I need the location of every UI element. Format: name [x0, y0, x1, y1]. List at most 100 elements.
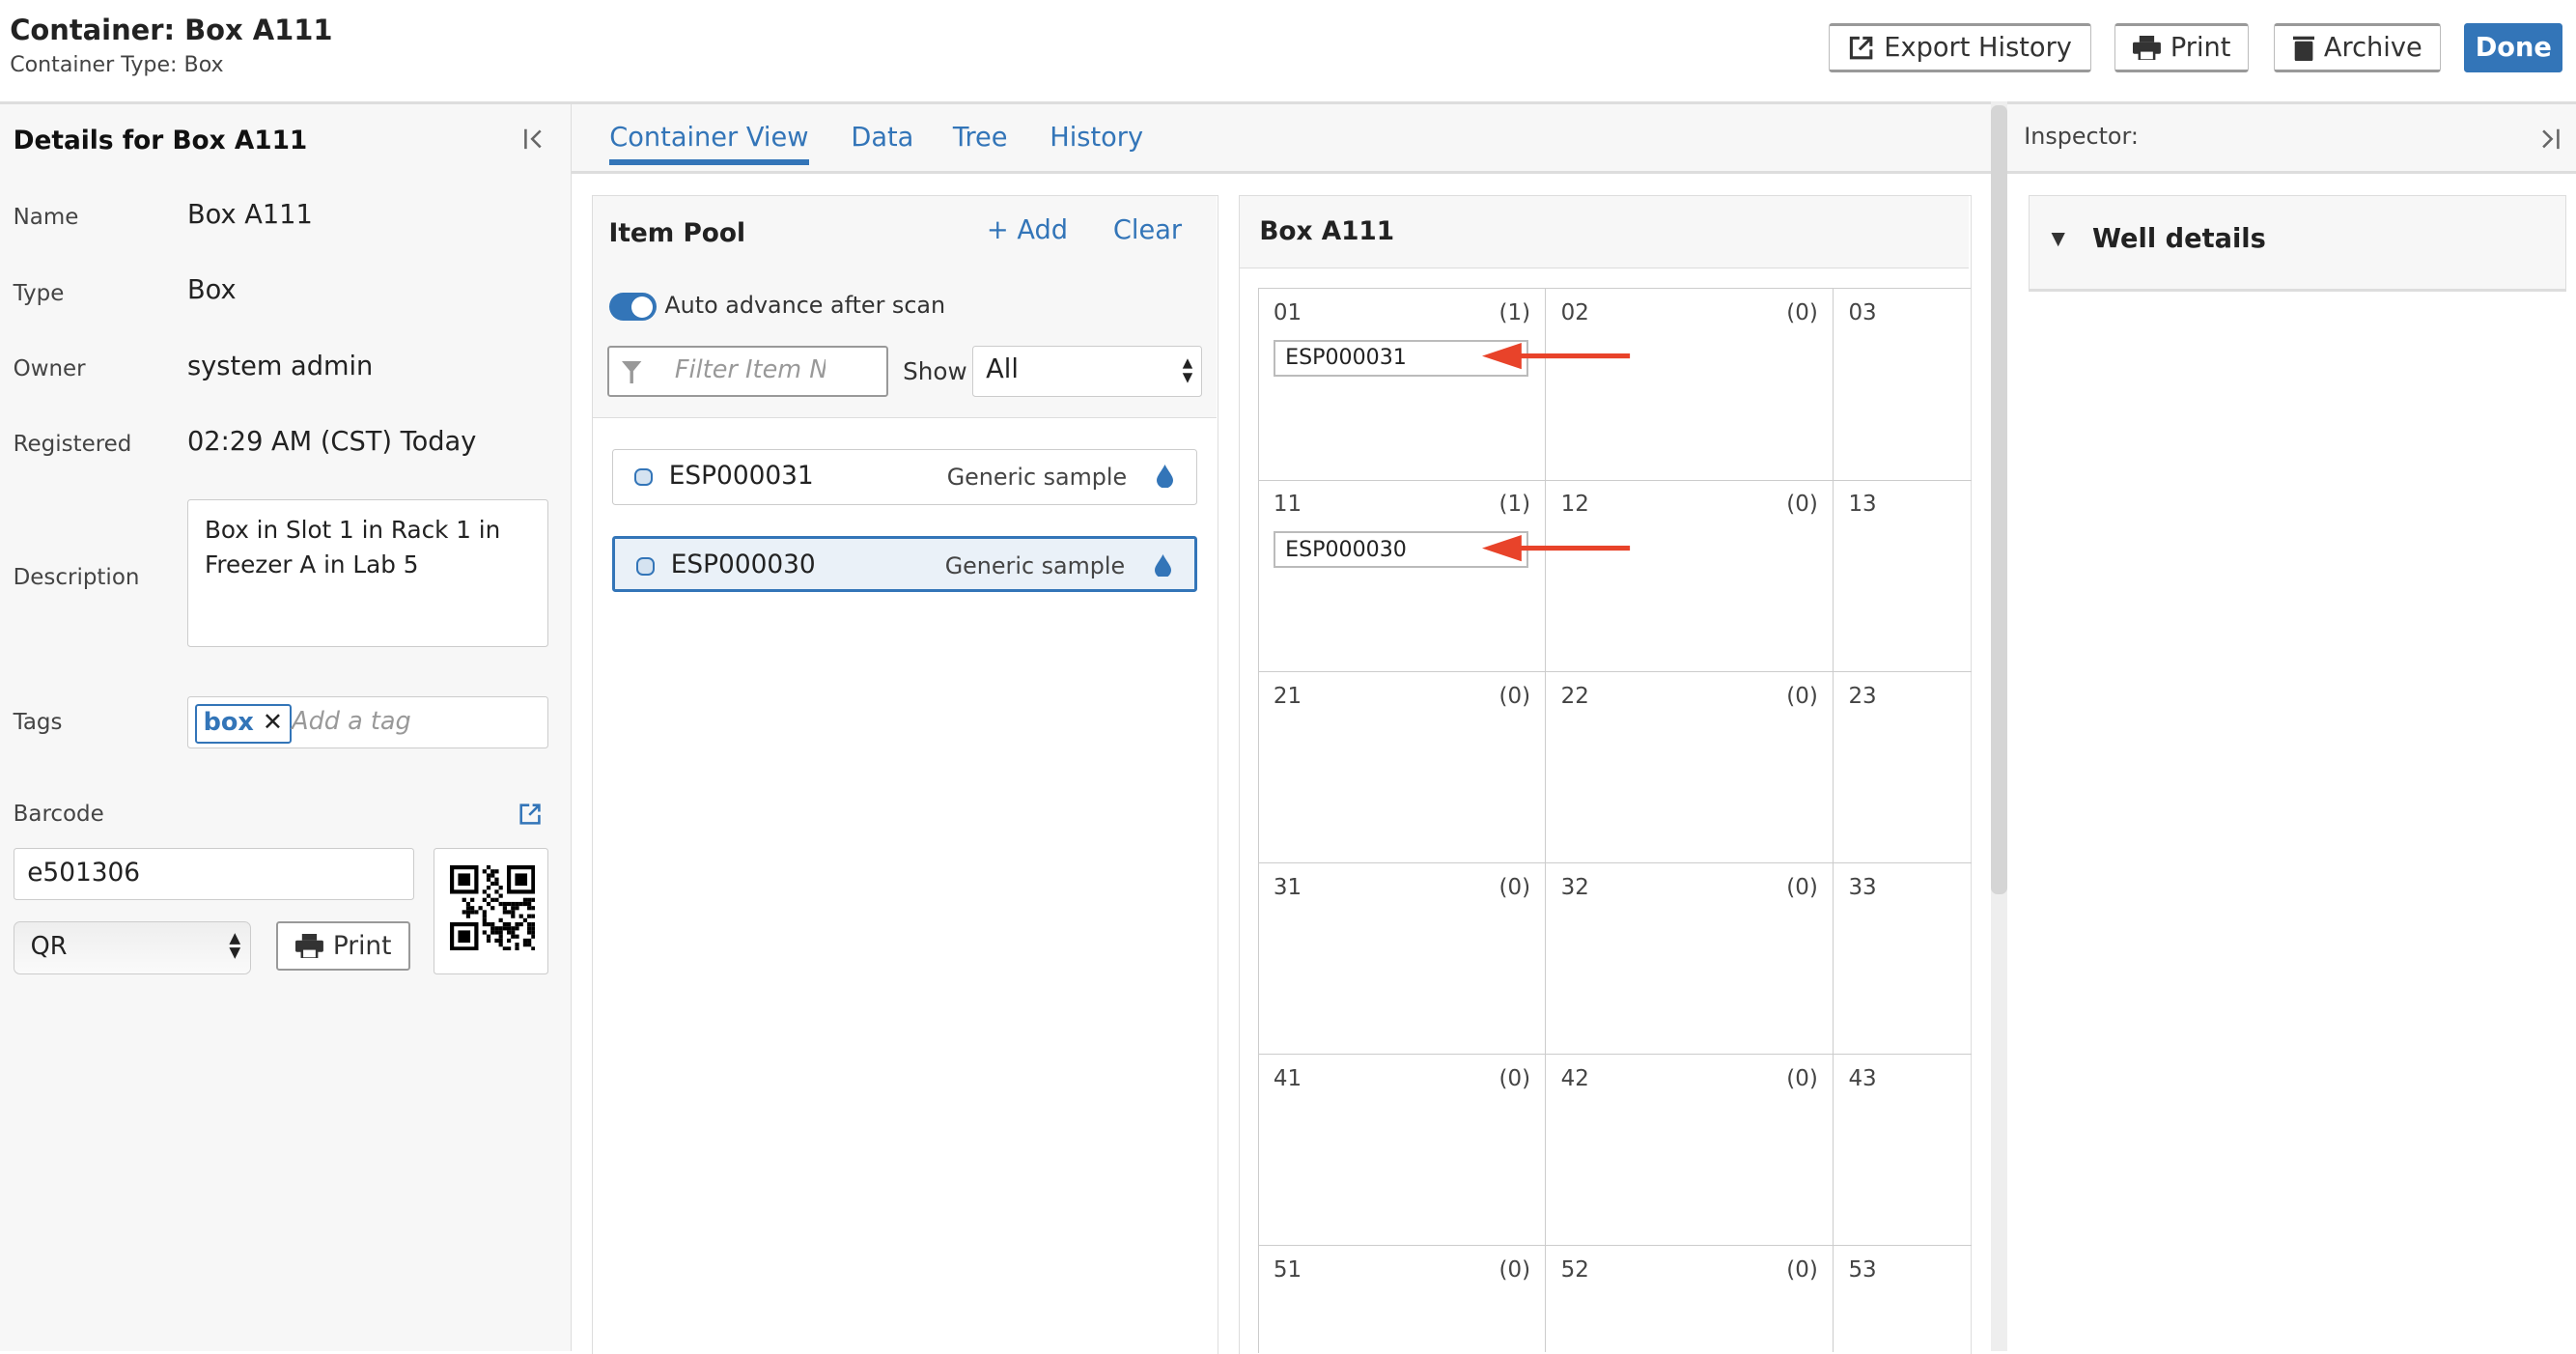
barcode-input[interactable]: e501306	[13, 847, 414, 900]
tab-history[interactable]: History	[1050, 123, 1143, 153]
tag-placeholder: Add a tag	[292, 707, 411, 737]
well-count: (1)	[1498, 300, 1531, 326]
pool-item[interactable]: ESP000031 Generic sample	[611, 449, 1197, 505]
well-52[interactable]: 52 (0)	[1546, 1246, 1834, 1353]
well-23[interactable]: 23	[1834, 672, 1973, 863]
external-link-icon[interactable]	[519, 804, 541, 825]
well-11[interactable]: 11 (1) ESP000030	[1258, 480, 1631, 672]
field-value: 02:29 AM (CST) Today	[186, 426, 477, 457]
well-51[interactable]: 51 (0)	[1259, 1246, 1547, 1353]
barcode-type-select[interactable]: QR ▲ ▼	[13, 921, 252, 974]
well-count: (1)	[1498, 492, 1531, 518]
box-title: Box A111	[1259, 217, 1395, 247]
well-02[interactable]: 02 (0)	[1546, 289, 1834, 481]
filter-placeholder: Filter Item Name	[674, 355, 826, 385]
well-01[interactable]: 01 (1) ESP000031	[1258, 289, 1631, 481]
barcode-label: Barcode	[13, 801, 104, 827]
scrollbar[interactable]	[1991, 101, 2008, 1351]
collapse-left-icon[interactable]	[522, 127, 546, 151]
well-label: 33	[1848, 874, 1877, 900]
well-grid: 01 (1) ESP000031 02 (0) 03 11 (1) ESP000030 1…	[1257, 288, 1973, 1353]
print-button[interactable]: Print	[2114, 22, 2250, 72]
tab-bar: Container View Data Tree History	[572, 104, 1992, 174]
well-12[interactable]: 12 (0)	[1546, 480, 1834, 672]
qr-code-icon	[449, 864, 535, 951]
select-arrows-icon: ▲ ▼	[229, 928, 241, 961]
printer-icon	[294, 933, 323, 959]
inspector-title: Inspector:	[2024, 123, 2139, 151]
tab-tree[interactable]: Tree	[953, 123, 1008, 153]
well-32[interactable]: 32 (0)	[1546, 863, 1834, 1056]
droplet-icon	[1154, 553, 1171, 578]
add-button[interactable]: + Add	[987, 215, 1068, 245]
item-pool-panel: Item Pool + Add Clear Auto advance after…	[591, 195, 1219, 1354]
remove-tag-icon[interactable]: ✕	[263, 708, 283, 737]
well-count: (0)	[1786, 1257, 1818, 1283]
description-textarea[interactable]: Box in Slot 1 in Rack 1 in Freezer A in …	[186, 498, 549, 647]
select-arrows-icon: ▲ ▼	[1182, 355, 1193, 386]
well-label: 52	[1560, 1257, 1589, 1283]
tags-input[interactable]: box ✕ Add a tag	[186, 696, 549, 749]
show-select[interactable]: All ▲ ▼	[971, 345, 1202, 397]
well-31[interactable]: 31 (0)	[1258, 863, 1547, 1056]
well-41[interactable]: 41 (0)	[1258, 1055, 1547, 1247]
well-details-section[interactable]: ▼ Well details	[2029, 195, 2566, 293]
well-21[interactable]: 21 (0)	[1258, 671, 1547, 863]
well-count: (0)	[1498, 1257, 1531, 1283]
done-button[interactable]: Done	[2464, 22, 2563, 72]
collapse-right-icon[interactable]	[2538, 127, 2562, 151]
well-42[interactable]: 42 (0)	[1546, 1055, 1834, 1247]
well-label: 31	[1273, 874, 1302, 900]
well-count: (0)	[1786, 874, 1818, 900]
details-title: Details for Box A111	[13, 126, 308, 155]
print-label: Print	[332, 931, 392, 961]
well-53[interactable]: 53	[1834, 1246, 1972, 1352]
pool-item-type: Generic sample	[944, 551, 1126, 579]
well-count: (0)	[1498, 683, 1531, 709]
show-value: All	[986, 354, 1019, 385]
page-subtitle: Container Type: Box	[10, 52, 224, 78]
archive-label: Archive	[2323, 32, 2422, 63]
well-13[interactable]: 13	[1834, 481, 1973, 672]
tag-chip: box ✕	[194, 703, 292, 744]
auto-advance-label: Auto advance after scan	[664, 291, 946, 319]
well-22[interactable]: 22 (0)	[1546, 671, 1834, 863]
tab-data[interactable]: Data	[851, 123, 913, 153]
field-label: Registered	[13, 432, 132, 458]
barcode-type-value: QR	[30, 932, 68, 962]
well-33[interactable]: 33	[1834, 863, 1973, 1056]
field-label: Owner	[13, 355, 86, 381]
item-pool-title: Item Pool	[608, 218, 746, 248]
field-value: Box A111	[186, 200, 313, 231]
well-label: 23	[1848, 683, 1877, 709]
export-history-label: Export History	[1884, 32, 2072, 63]
status-dot-icon	[634, 467, 653, 487]
clear-button[interactable]: Clear	[1113, 215, 1182, 245]
external-link-icon	[1849, 36, 1873, 60]
well-label: 03	[1848, 300, 1877, 326]
field-value: Box	[186, 275, 237, 306]
caret-down-icon: ▼	[2051, 229, 2065, 250]
well-label: 41	[1273, 1066, 1302, 1092]
well-label: 51	[1273, 1257, 1302, 1283]
well-43[interactable]: 43	[1834, 1055, 1973, 1247]
barcode-print-button[interactable]: Print	[275, 921, 411, 972]
export-history-button[interactable]: Export History	[1828, 22, 2091, 72]
box-panel: Box A111 01 (1) ESP000031 02 (0) 03 11 (1) ES…	[1238, 195, 1973, 1354]
qr-code-image	[434, 847, 549, 974]
field-label: Type	[13, 280, 65, 306]
filter-input[interactable]: Filter Item Name	[606, 345, 888, 397]
page-title: Container: Box A111	[10, 13, 333, 46]
archive-button[interactable]: Archive	[2273, 22, 2442, 72]
well-label: 21	[1273, 683, 1302, 709]
well-count: (0)	[1786, 492, 1818, 518]
well-label: 42	[1560, 1066, 1589, 1092]
show-label: Show	[903, 356, 967, 385]
well-03[interactable]: 03	[1834, 289, 1973, 481]
well-label: 13	[1848, 492, 1877, 518]
well-label: 11	[1273, 492, 1302, 518]
details-panel: Details for Box A111 Name Box A111 Type Box…	[0, 101, 573, 1351]
auto-advance-toggle[interactable]	[608, 293, 657, 322]
pool-item[interactable]: ESP000030 Generic sample	[611, 536, 1197, 593]
tab-container-view[interactable]: Container View	[609, 123, 809, 165]
